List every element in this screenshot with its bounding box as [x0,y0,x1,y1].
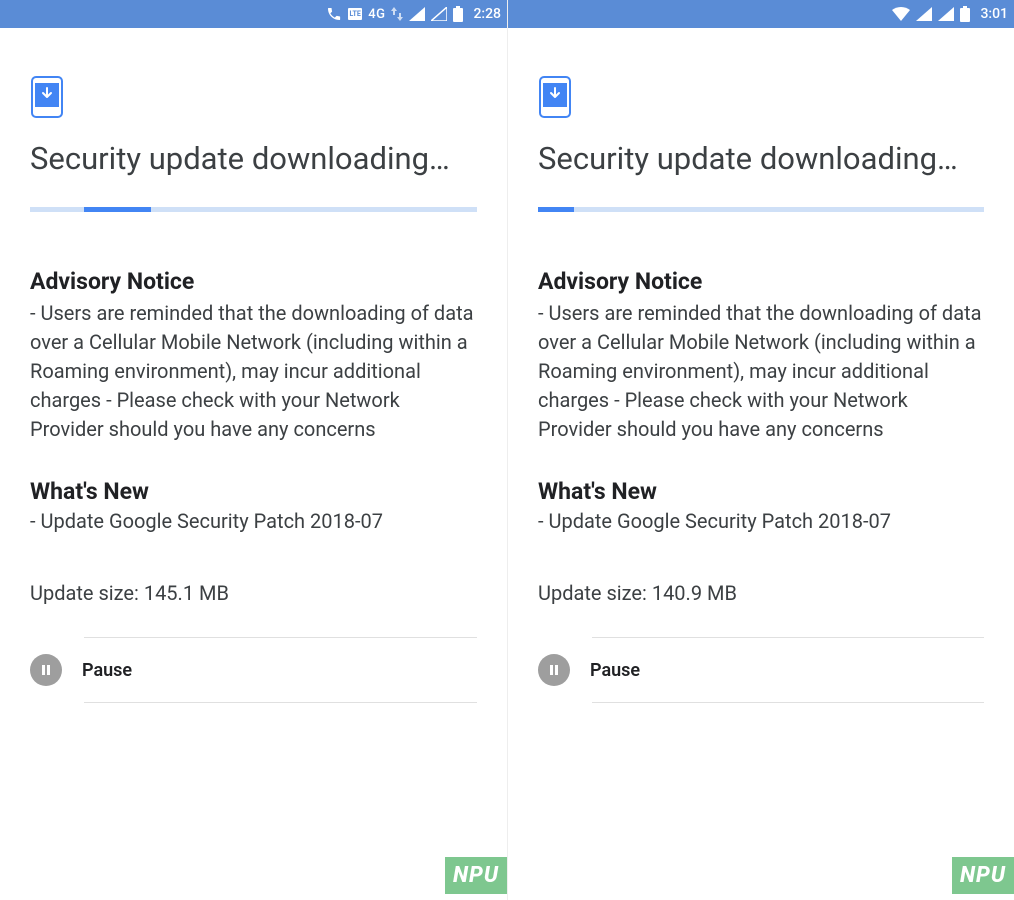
update-size: Update size: 145.1 MB [30,581,477,605]
advisory-heading: Advisory Notice [538,268,984,295]
divider [84,702,477,703]
battery-icon [960,0,970,28]
phone-screen: LTE 4G 2:28 Security update downloading…… [0,0,507,900]
page-content: Security update downloading… Advisory No… [508,28,1014,900]
pause-button[interactable]: Pause [30,638,477,702]
watermark: NPU [952,857,1014,894]
download-update-icon [538,76,572,118]
progress-fill [84,207,151,212]
phone-icon [326,0,342,28]
whatsnew-text: - Update Google Security Patch 2018-07 [30,509,477,533]
network-type: 4G [368,0,385,28]
page-content: Security update downloading… Advisory No… [0,28,507,900]
battery-icon [453,0,463,28]
pause-label: Pause [82,660,132,681]
phone-screen: 3:01 Security update downloading… Adviso… [507,0,1014,900]
advisory-text: - Users are reminded that the downloadin… [30,299,477,444]
action-area: Pause [30,637,477,703]
pause-label: Pause [590,660,640,681]
pause-icon [30,654,62,686]
data-arrows-icon [391,0,403,28]
signal-icon [409,0,425,28]
action-area: Pause [538,637,984,703]
signal-icon [938,0,954,28]
page-title: Security update downloading… [30,140,477,177]
watermark: NPU [445,857,507,894]
advisory-text: - Users are reminded that the downloadin… [538,299,984,444]
pause-button[interactable]: Pause [538,638,984,702]
whatsnew-text: - Update Google Security Patch 2018-07 [538,509,984,533]
progress-bar [30,207,477,212]
signal-empty-icon [431,0,447,28]
pause-icon [538,654,570,686]
update-size: Update size: 140.9 MB [538,581,984,605]
lte-badge: LTE [348,8,362,20]
clock: 3:01 [980,0,1008,28]
signal-icon [916,0,932,28]
status-bar: LTE 4G 2:28 [0,0,507,28]
whatsnew-heading: What's New [538,478,984,505]
progress-bar [538,207,984,212]
progress-fill [538,207,574,212]
status-bar: 3:01 [508,0,1014,28]
whatsnew-heading: What's New [30,478,477,505]
download-update-icon [30,76,64,118]
divider [592,702,984,703]
clock: 2:28 [473,0,501,28]
page-title: Security update downloading… [538,140,984,177]
advisory-heading: Advisory Notice [30,268,477,295]
wifi-icon [892,0,910,28]
